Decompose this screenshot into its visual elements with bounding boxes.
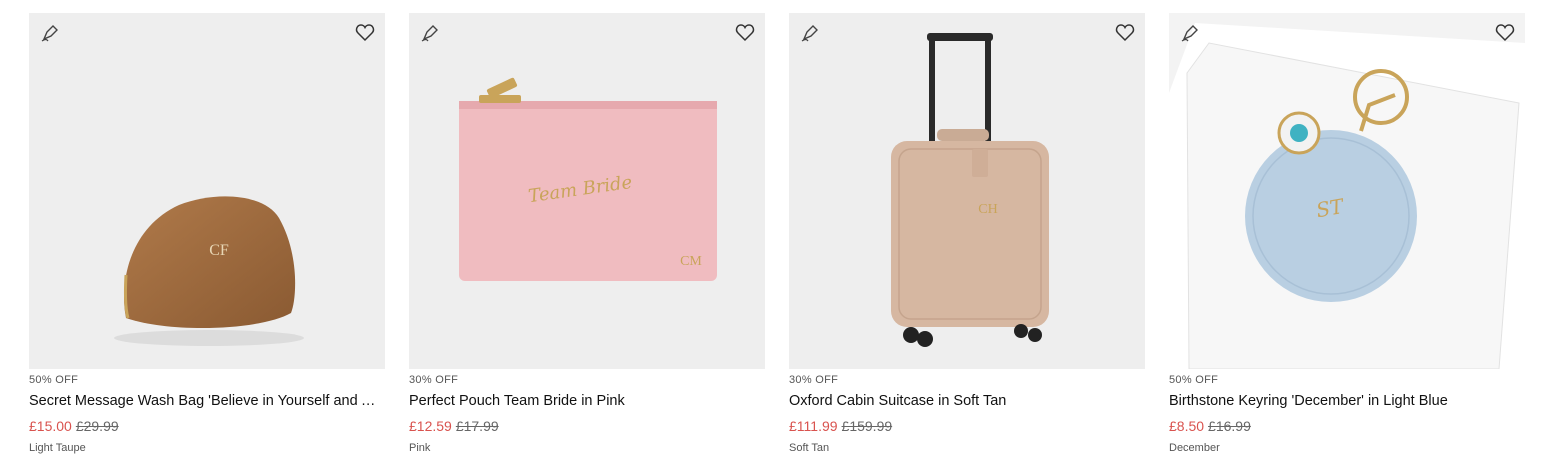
- wishlist-heart-icon[interactable]: [735, 23, 755, 43]
- wishlist-heart-icon[interactable]: [1495, 23, 1515, 43]
- product-name-link[interactable]: Oxford Cabin Suitcase in Soft Tan: [789, 392, 1145, 410]
- variant-label: Pink: [409, 442, 431, 454]
- discount-badge: 30% OFF: [409, 374, 459, 386]
- monogram-text: CF: [209, 242, 229, 259]
- discount-badge: 30% OFF: [789, 374, 839, 386]
- price-row: £12.59 £17.99: [409, 418, 765, 434]
- price-row: £15.00 £29.99: [29, 418, 385, 434]
- product-image[interactable]: Team Bride CM: [409, 13, 765, 369]
- sale-price: £12.59: [409, 418, 452, 434]
- product-name-link[interactable]: Secret Message Wash Bag 'Believe in Your…: [29, 392, 385, 410]
- monogram-text: CH: [978, 202, 997, 217]
- personalise-pen-icon[interactable]: [1179, 22, 1201, 44]
- suitcase-image: CH: [891, 33, 1049, 347]
- variant-label: Soft Tan: [789, 442, 830, 454]
- discount-badge: 50% OFF: [29, 374, 79, 386]
- pouch-image: Team Bride CM: [459, 77, 717, 281]
- sale-price: £111.99: [789, 418, 838, 434]
- original-price: £159.99: [841, 418, 893, 434]
- wishlist-heart-icon[interactable]: [355, 23, 375, 43]
- discount-badge: 50% OFF: [1169, 374, 1219, 386]
- original-price: £29.99: [75, 418, 119, 434]
- sale-price: £8.50: [1169, 418, 1205, 434]
- price-row: £111.99 £159.99: [789, 418, 1145, 434]
- original-price: £17.99: [455, 418, 499, 434]
- product-card[interactable]: CH 30% OFF Oxford Cabin Suitcase in Soft…: [789, 13, 1145, 455]
- keyring-gift-box-image: ST: [1169, 23, 1525, 369]
- monogram-text: CM: [680, 254, 702, 269]
- wishlist-heart-icon[interactable]: [1115, 23, 1135, 43]
- product-card[interactable]: ST 50% OFF Birthstone Keyring 'December'…: [1169, 13, 1525, 455]
- product-name-link[interactable]: Birthstone Keyring 'December' in Light B…: [1169, 392, 1525, 410]
- original-price: £16.99: [1208, 418, 1251, 434]
- product-card[interactable]: Team Bride CM 30% OFF Perfect Pouch Team…: [409, 13, 765, 455]
- product-image[interactable]: ST: [1169, 13, 1525, 369]
- product-image[interactable]: CF: [29, 13, 385, 369]
- wash-bag-image: CF: [114, 196, 304, 346]
- product-name-link[interactable]: Perfect Pouch Team Bride in Pink: [409, 392, 765, 410]
- variant-label: Light Taupe: [29, 442, 86, 454]
- product-grid: CF 50% OFF Secret Message Wash Bag 'Beli…: [0, 0, 1552, 460]
- personalise-pen-icon[interactable]: [419, 22, 441, 44]
- personalise-pen-icon[interactable]: [799, 22, 821, 44]
- product-card[interactable]: CF 50% OFF Secret Message Wash Bag 'Beli…: [29, 13, 385, 455]
- sale-price: £15.00: [29, 418, 72, 434]
- variant-label: December: [1169, 442, 1220, 454]
- product-image[interactable]: CH: [789, 13, 1145, 369]
- price-row: £8.50 £16.99: [1169, 418, 1525, 434]
- personalise-pen-icon[interactable]: [39, 22, 61, 44]
